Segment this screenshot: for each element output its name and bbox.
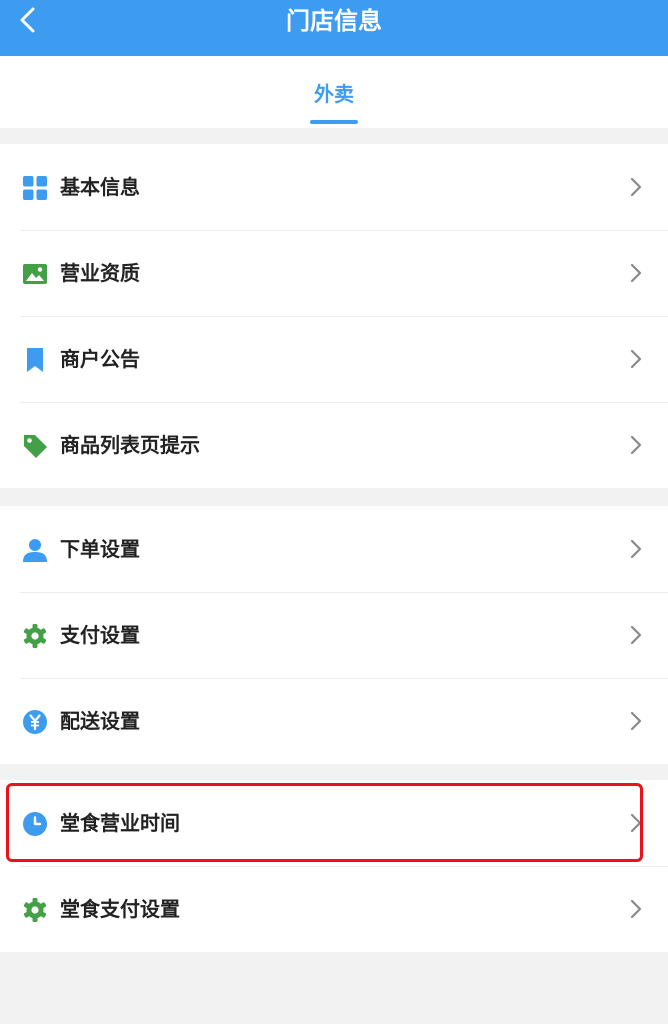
menu-item-order-settings[interactable]: 下单设置 [0,506,668,592]
chevron-right-icon [630,813,642,833]
chevron-right-icon [630,711,642,731]
tab-label: 外卖 [314,82,354,106]
menu-item-label: 堂食营业时间 [60,811,180,835]
menu-item-label: 配送设置 [60,709,140,733]
chevron-right-icon [630,349,642,369]
settings-group-store: 基本信息 营业资质 商户公告 商品列表页提示 [0,144,668,488]
menu-item-label: 下单设置 [60,537,140,561]
menu-item-label: 基本信息 [60,175,140,199]
chevron-right-icon [630,625,642,645]
settings-group-orders: 下单设置 支付设置 配送设置 [0,506,668,764]
menu-item-delivery-settings[interactable]: 配送设置 [0,678,668,764]
page-title: 门店信息 [286,7,382,35]
menu-item-product-list-tip[interactable]: 商品列表页提示 [0,402,668,488]
chevron-right-icon [630,177,642,197]
menu-item-label: 堂食支付设置 [60,897,180,921]
clock-icon [22,811,48,837]
image-icon [22,261,48,287]
menu-item-label: 商户公告 [60,347,140,371]
menu-item-dine-in-payment[interactable]: 堂食支付设置 [0,866,668,952]
chevron-right-icon [630,263,642,283]
bookmark-icon [22,347,48,373]
menu-item-label: 营业资质 [60,261,140,285]
menu-item-payment-settings[interactable]: 支付设置 [0,592,668,678]
tag-icon [22,433,48,459]
tab-active-indicator [310,120,358,124]
chevron-right-icon [630,899,642,919]
chevron-right-icon [630,539,642,559]
gear-icon [22,897,48,923]
menu-item-dine-in-hours[interactable]: 堂食营业时间 [0,780,668,866]
navigation-bar: 门店信息 [0,0,668,56]
chevron-right-icon [630,435,642,455]
tab-takeout[interactable]: 外卖 [284,56,384,128]
menu-item-label: 支付设置 [60,623,140,647]
tab-bar: 外卖 [0,56,668,128]
gear-icon [22,623,48,649]
yen-icon [22,709,48,735]
person-icon [22,537,48,563]
menu-item-announcement[interactable]: 商户公告 [0,316,668,402]
settings-group-dine-in: 堂食营业时间 堂食支付设置 [0,780,668,952]
menu-item-label: 商品列表页提示 [60,433,200,457]
grid-icon [22,175,48,201]
menu-item-basic-info[interactable]: 基本信息 [0,144,668,230]
menu-item-business-license[interactable]: 营业资质 [0,230,668,316]
